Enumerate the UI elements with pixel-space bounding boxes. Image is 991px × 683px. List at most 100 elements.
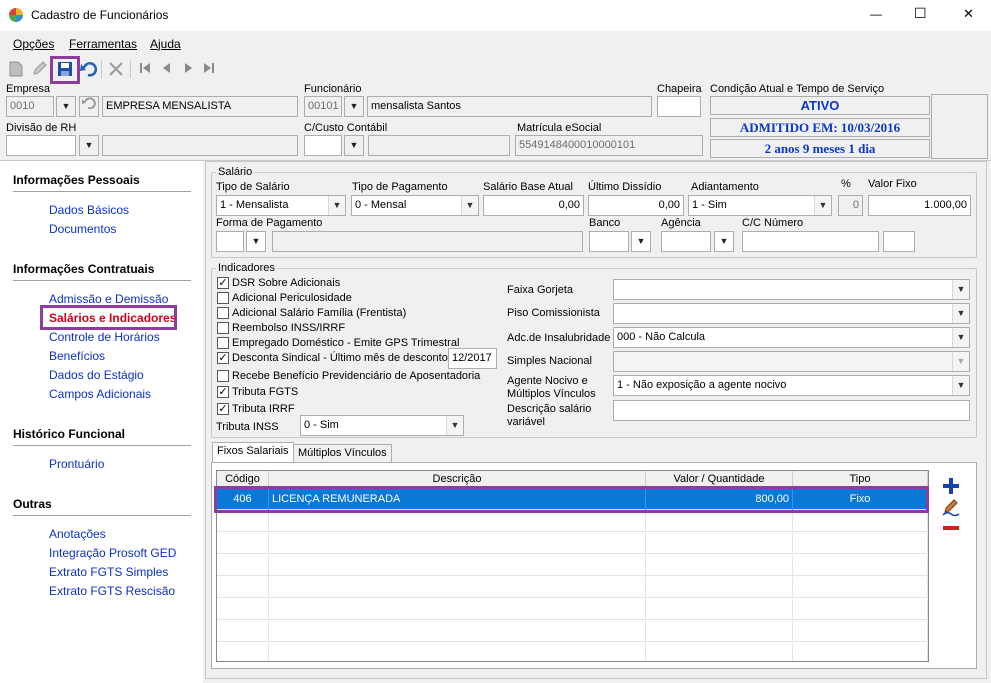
column-header-descricao[interactable]: Descrição [269, 471, 646, 488]
sidebar-item-integracao-ged[interactable]: Integração Prosoft GED [49, 546, 176, 560]
sidebar-item-campos-adicionais[interactable]: Campos Adicionais [49, 387, 151, 401]
save-icon[interactable] [57, 61, 73, 77]
tipo-salario-select[interactable]: 1 - Mensalista ▼ [216, 195, 346, 216]
ultimo-dissidio-label: Último Dissídio [588, 181, 662, 193]
adiantamento-select[interactable]: 1 - Sim ▼ [688, 195, 832, 216]
chevron-down-icon: ▼ [952, 328, 969, 347]
empresa-code-field[interactable]: 0010 [6, 96, 54, 117]
tributa-inss-select[interactable]: 0 - Sim ▼ [300, 415, 464, 436]
table-row[interactable] [217, 511, 928, 532]
previous-icon[interactable] [159, 61, 175, 77]
column-header-codigo[interactable]: Código [217, 471, 269, 488]
insalubridade-select[interactable]: 000 - Não Calcula ▼ [613, 327, 970, 348]
funcionario-code-field[interactable]: 00101 [304, 96, 342, 117]
column-header-valor[interactable]: Valor / Quantidade [646, 471, 793, 488]
cc-numero-field[interactable] [742, 231, 879, 252]
minimize-icon[interactable]: — [870, 7, 882, 21]
new-icon[interactable] [8, 61, 24, 77]
piso-comissionista-select[interactable]: ▼ [613, 303, 970, 324]
next-icon[interactable] [180, 61, 196, 77]
table-row[interactable] [217, 599, 928, 620]
checkbox-dsr[interactable]: ✓ [217, 277, 229, 289]
salario-base-field[interactable]: 0,00 [483, 195, 584, 216]
checkbox-empregado-domestico[interactable] [217, 337, 229, 349]
chapeira-field[interactable] [657, 96, 701, 117]
last-icon[interactable] [201, 61, 217, 77]
checkbox-empregado-domestico-label: Empregado Doméstico - Emite GPS Trimestr… [232, 337, 460, 349]
divisao-dropdown-button[interactable]: ▼ [79, 135, 99, 156]
tab-fixos-salariais[interactable]: Fixos Salariais [212, 442, 294, 463]
checkbox-salario-familia[interactable] [217, 307, 229, 319]
maximize-icon[interactable]: ☐ [914, 5, 927, 22]
photo-box[interactable] [931, 94, 988, 159]
checkbox-tributa-irrf[interactable]: ✓ [217, 403, 229, 415]
sindical-mes-field[interactable]: 12/2017 [448, 348, 497, 369]
delete-icon[interactable] [108, 61, 124, 77]
menu-ajuda[interactable]: Ajuda [150, 37, 181, 51]
sidebar-item-salarios-indicadores[interactable]: Salários e Indicadores [49, 311, 176, 325]
agencia-field[interactable] [661, 231, 711, 252]
cc-digito-field[interactable] [883, 231, 915, 252]
edit-icon[interactable] [942, 499, 960, 517]
first-icon[interactable] [137, 61, 153, 77]
sidebar-item-admissao-demissao[interactable]: Admissão e Demissão [49, 292, 168, 306]
simples-nacional-select[interactable]: ▼ [613, 351, 970, 372]
banco-field[interactable] [589, 231, 629, 252]
sidebar-item-extrato-fgts-rescisao[interactable]: Extrato FGTS Rescisão [49, 584, 175, 598]
fixos-salariais-grid[interactable]: Código Descrição Valor / Quantidade Tipo… [216, 470, 929, 662]
sidebar-item-controle-horarios[interactable]: Controle de Horários [49, 330, 160, 344]
ultimo-dissidio-field[interactable]: 0,00 [588, 195, 684, 216]
table-row[interactable] [217, 643, 928, 661]
forma-pagamento-dropdown[interactable]: ▼ [246, 231, 266, 252]
sidebar-item-anotacoes[interactable]: Anotações [49, 527, 106, 541]
checkbox-desconta-sindical[interactable]: ✓ [217, 352, 229, 364]
ccusto-field[interactable] [304, 135, 342, 156]
chevron-down-icon: ▼ [461, 196, 478, 215]
checkbox-tributa-irrf-label: Tributa IRRF [232, 403, 295, 415]
sidebar-item-beneficios[interactable]: Benefícios [49, 349, 105, 363]
sidebar-item-dados-basicos[interactable]: Dados Básicos [49, 203, 129, 217]
funcionario-dropdown-button[interactable]: ▼ [344, 96, 364, 117]
edit-icon[interactable] [31, 61, 47, 77]
banco-dropdown[interactable]: ▼ [631, 231, 651, 252]
tab-multiplos-vinculos[interactable]: Múltiplos Vínculos [293, 444, 392, 462]
table-row[interactable] [217, 577, 928, 598]
percentual-field[interactable]: 0 [838, 195, 863, 216]
table-row[interactable] [217, 533, 928, 554]
tipo-salario-label: Tipo de Salário [216, 181, 290, 193]
forma-pagamento-field[interactable] [216, 231, 244, 252]
agente-nocivo-value: 1 - Não exposição a agente nocivo [617, 379, 787, 391]
insalubridade-label: Adc.de Insalubridade [507, 332, 611, 344]
undo-icon[interactable] [80, 61, 98, 77]
sidebar-item-prontuario[interactable]: Prontuário [49, 457, 104, 471]
sidebar-item-extrato-fgts-simples[interactable]: Extrato FGTS Simples [49, 565, 168, 579]
column-header-tipo[interactable]: Tipo [793, 471, 928, 488]
add-icon[interactable] [942, 477, 960, 495]
menu-opcoes[interactable]: Opções [13, 37, 54, 51]
checkbox-tributa-fgts[interactable]: ✓ [217, 386, 229, 398]
chapeira-label: Chapeira [657, 83, 702, 95]
descricao-salario-field[interactable] [613, 400, 970, 421]
faixa-gorjeta-select[interactable]: ▼ [613, 279, 970, 300]
checkbox-beneficio-aposentadoria[interactable] [217, 370, 229, 382]
sidebar-item-documentos[interactable]: Documentos [49, 222, 116, 236]
menu-ferramentas[interactable]: Ferramentas [69, 37, 137, 51]
table-row[interactable] [217, 555, 928, 576]
table-row[interactable]: 406 LICENÇA REMUNERADA 800,00 Fixo [217, 489, 928, 510]
checkbox-reembolso[interactable] [217, 322, 229, 334]
agencia-dropdown[interactable]: ▼ [714, 231, 734, 252]
agente-nocivo-select[interactable]: 1 - Não exposição a agente nocivo ▼ [613, 375, 970, 396]
divisao-name-field [102, 135, 298, 156]
close-icon[interactable]: ✕ [963, 6, 974, 22]
empresa-undo-button[interactable] [79, 96, 99, 117]
sidebar-item-dados-estagio[interactable]: Dados do Estágio [49, 368, 144, 382]
empresa-dropdown-button[interactable]: ▼ [56, 96, 76, 117]
tipo-pagamento-select[interactable]: 0 - Mensal ▼ [351, 195, 479, 216]
ccusto-dropdown-button[interactable]: ▼ [344, 135, 364, 156]
table-row[interactable] [217, 621, 928, 642]
valor-fixo-field[interactable]: 1.000,00 [868, 195, 971, 216]
grid-header: Código Descrição Valor / Quantidade Tipo [217, 471, 928, 488]
checkbox-periculosidade[interactable] [217, 292, 229, 304]
divisao-field[interactable] [6, 135, 76, 156]
remove-icon[interactable] [943, 526, 959, 530]
